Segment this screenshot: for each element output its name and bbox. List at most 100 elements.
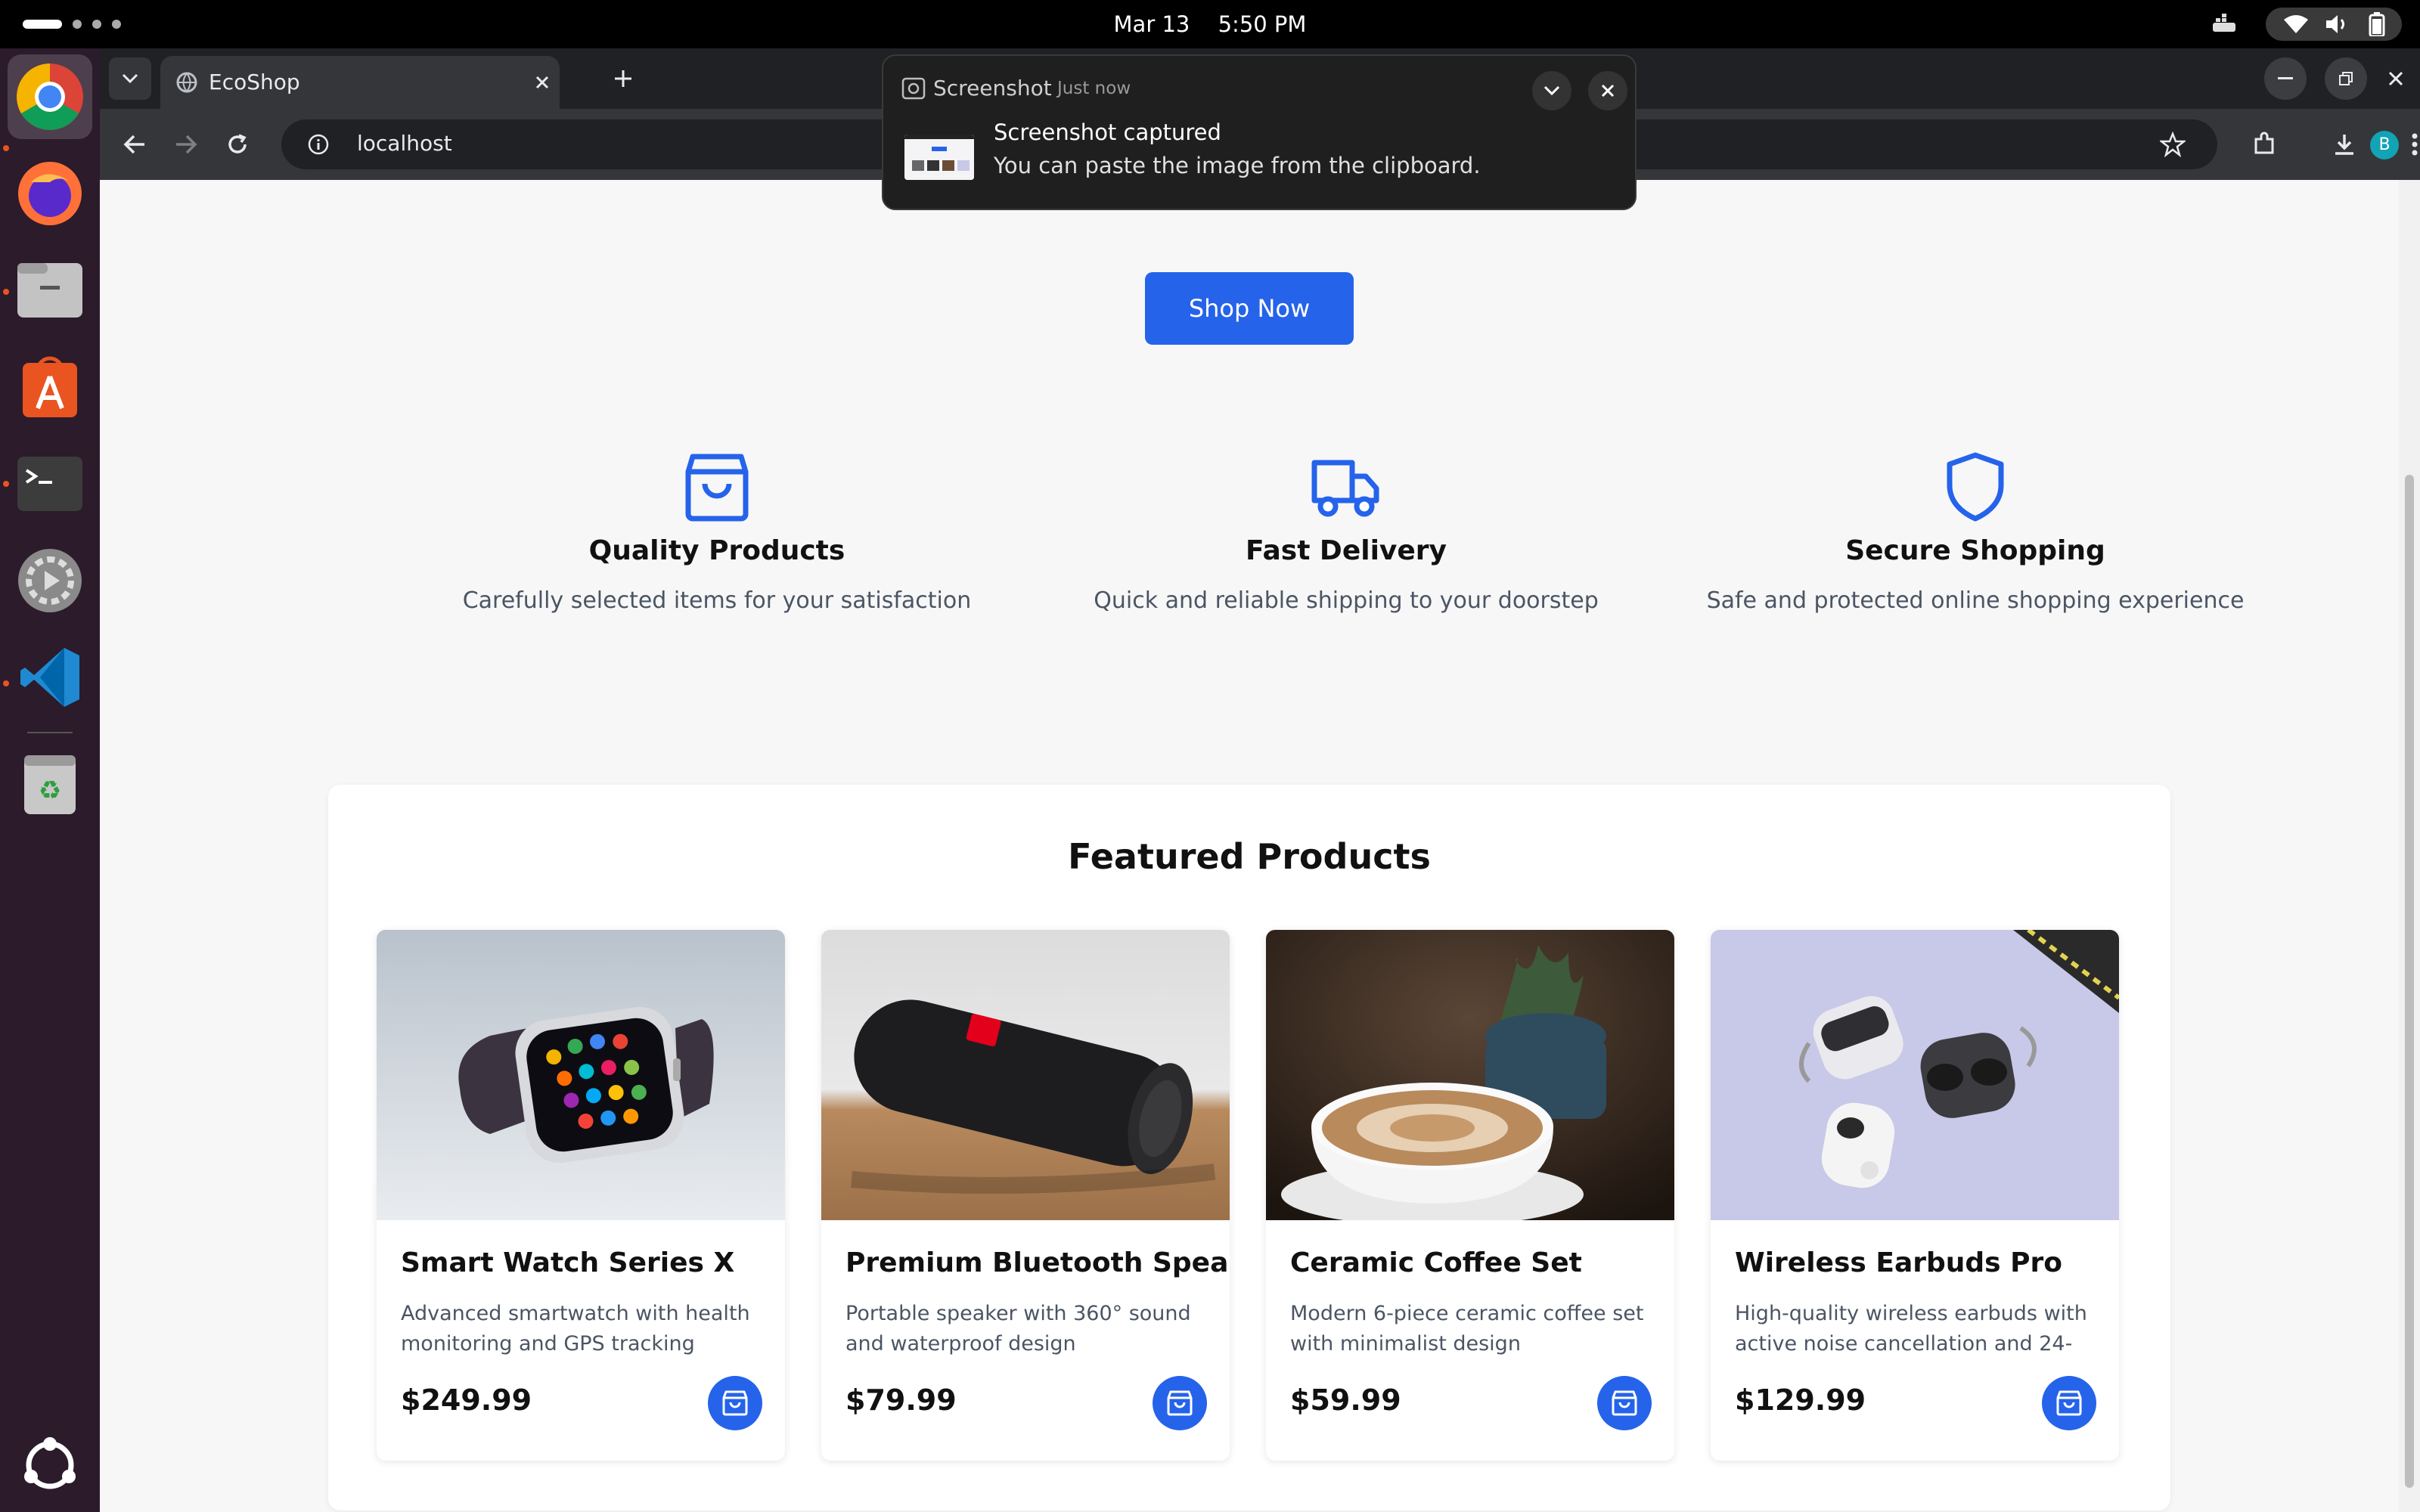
close-icon <box>2388 71 2403 86</box>
featured-products-section: Featured Products Smart Watch Series X A… <box>328 785 2170 1510</box>
app-center-icon <box>23 356 77 417</box>
downloads-button[interactable] <box>2323 123 2366 166</box>
extensions-button[interactable] <box>2243 123 2285 166</box>
feature-title: Fast Delivery <box>1245 535 1447 566</box>
clock[interactable]: Mar 13 5:50 PM <box>1044 0 1376 48</box>
site-info-icon[interactable] <box>307 133 330 156</box>
minimize-button[interactable] <box>2264 57 2307 100</box>
settings-icon <box>18 549 82 612</box>
shopping-bag-icon <box>1612 1390 1637 1416</box>
back-arrow-icon <box>123 135 144 154</box>
dock-separator <box>27 732 73 733</box>
kebab-menu-icon <box>2412 133 2418 156</box>
dock-terminal[interactable] <box>8 442 92 526</box>
dock-files[interactable] <box>8 248 92 333</box>
product-card[interactable]: Premium Bluetooth Speaker Portable speak… <box>821 930 1230 1461</box>
product-image-speaker <box>821 930 1230 1220</box>
dock-settings[interactable] <box>8 538 92 623</box>
product-card[interactable]: Smart Watch Series X Advanced smartwatch… <box>377 930 785 1461</box>
shopping-bag-icon <box>685 454 749 522</box>
browser-window: EcoShop localhost B Shop Now Quality Pro… <box>100 48 2420 1512</box>
workspace-indicator[interactable] <box>73 20 82 29</box>
feature-secure: Secure Shopping Safe and protected onlin… <box>1688 452 2263 619</box>
product-name[interactable]: Ceramic Coffee Set <box>1290 1247 1582 1278</box>
browser-menu-button[interactable] <box>2409 123 2420 166</box>
add-to-cart-button[interactable] <box>1597 1376 1652 1430</box>
url-text: localhost <box>357 131 452 156</box>
puzzle-icon <box>2254 132 2274 154</box>
feature-description: Carefully selected items for your satisf… <box>462 587 972 614</box>
feature-delivery: Fast Delivery Quick and reliable shippin… <box>1059 452 1634 619</box>
application-dock: ♻ <box>0 48 100 1512</box>
notification-title: Screenshot captured <box>994 119 1221 145</box>
dock-trash[interactable]: ♻ <box>8 741 92 826</box>
tab-search-button[interactable] <box>109 57 151 100</box>
dock-app-center[interactable] <box>8 345 92 429</box>
product-image-earbuds <box>1711 930 2119 1220</box>
product-description: High-quality wireless earbuds with activ… <box>1735 1302 2087 1356</box>
workspace-indicator-active[interactable] <box>23 20 62 29</box>
date-label: Mar 13 <box>1113 11 1190 37</box>
page-scrollbar[interactable] <box>2399 180 2420 1512</box>
product-name[interactable]: Wireless Earbuds Pro <box>1735 1247 2062 1278</box>
workspace-indicator[interactable] <box>92 20 101 29</box>
restore-button[interactable] <box>2325 57 2367 100</box>
add-to-cart-button[interactable] <box>708 1376 762 1430</box>
add-to-cart-button[interactable] <box>1153 1376 1207 1430</box>
notification-body: You can paste the image from the clipboa… <box>994 153 1481 178</box>
back-button[interactable] <box>113 123 156 166</box>
wifi-icon <box>2284 15 2308 33</box>
product-card[interactable]: Wireless Earbuds Pro High-quality wirele… <box>1711 930 2119 1461</box>
forward-button[interactable] <box>165 123 207 166</box>
system-top-bar: Mar 13 5:50 PM <box>0 0 2420 48</box>
product-price: $59.99 <box>1290 1383 1401 1417</box>
running-indicator <box>3 680 9 686</box>
product-description: Modern 6-piece ceramic coffee set with m… <box>1290 1302 1644 1356</box>
battery-icon <box>2369 12 2385 36</box>
trash-icon: ♻ <box>24 755 76 814</box>
product-price: $249.99 <box>401 1383 532 1417</box>
feature-title: Quality Products <box>588 535 845 566</box>
product-description: Advanced smartwatch with health monitori… <box>401 1302 750 1356</box>
shop-now-button[interactable]: Shop Now <box>1145 272 1354 345</box>
docker-icon[interactable] <box>2208 9 2242 39</box>
minimize-icon <box>2278 77 2293 79</box>
forward-arrow-icon <box>176 135 197 154</box>
notification-expand-button[interactable] <box>1532 71 1571 110</box>
new-tab-button[interactable] <box>602 57 644 100</box>
dock-chrome[interactable] <box>8 54 92 139</box>
product-name[interactable]: Smart Watch Series X <box>401 1247 734 1278</box>
product-card[interactable]: Ceramic Coffee Set Modern 6-piece cerami… <box>1266 930 1674 1461</box>
tab-ecoshop[interactable]: EcoShop <box>160 56 560 109</box>
profile-avatar[interactable]: B <box>2370 131 2399 160</box>
shopping-bag-icon <box>722 1390 748 1416</box>
screenshot-notification[interactable]: Screenshot Just now Screenshot captured … <box>882 54 1637 210</box>
feature-quality: Quality Products Carefully selected item… <box>430 452 1004 619</box>
product-name[interactable]: Premium Bluetooth Speaker <box>845 1247 1230 1278</box>
dock-vscode[interactable] <box>8 635 92 720</box>
dock-show-apps[interactable] <box>8 1423 92 1507</box>
close-tab-icon[interactable] <box>534 74 551 91</box>
notification-time: Just now <box>1057 79 1131 98</box>
workspace-indicator[interactable] <box>112 20 121 29</box>
scrollbar-thumb[interactable] <box>2405 475 2414 1488</box>
reload-button[interactable] <box>216 123 259 166</box>
product-description: Portable speaker with 360° sound and wat… <box>845 1302 1191 1356</box>
feature-description: Safe and protected online shopping exper… <box>1706 587 2245 614</box>
shopping-bag-icon <box>2056 1390 2082 1416</box>
running-indicator <box>3 145 9 151</box>
thumbnail-preview <box>904 135 974 180</box>
time-label: 5:50 PM <box>1218 11 1307 37</box>
product-price: $129.99 <box>1735 1383 1866 1417</box>
system-status-menu[interactable] <box>2266 8 2402 41</box>
show-apps-icon <box>24 1437 76 1489</box>
restore-icon <box>2339 72 2353 85</box>
notification-close-button[interactable] <box>1588 71 1627 110</box>
add-to-cart-button[interactable] <box>2042 1376 2096 1430</box>
dock-firefox[interactable] <box>8 151 92 236</box>
terminal-icon <box>17 457 82 511</box>
close-window-button[interactable] <box>2375 57 2417 100</box>
bookmark-star-icon[interactable] <box>2160 132 2186 157</box>
firefox-icon <box>18 162 82 225</box>
screenshot-thumbnail <box>904 135 974 180</box>
